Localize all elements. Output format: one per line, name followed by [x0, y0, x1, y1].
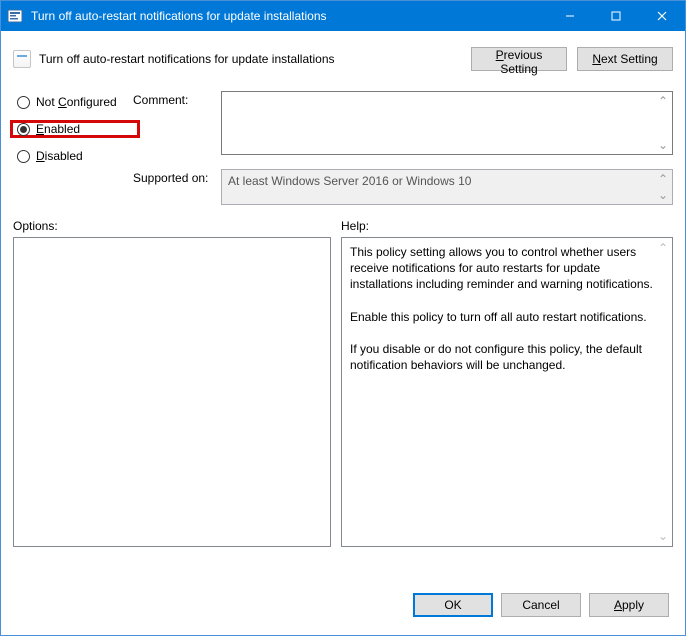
radio-icon — [17, 150, 30, 163]
window-title: Turn off auto-restart notifications for … — [31, 9, 547, 23]
cancel-button[interactable]: Cancel — [501, 593, 581, 617]
supported-on-value: At least Windows Server 2016 or Windows … — [221, 169, 673, 205]
options-label: Options: — [13, 219, 341, 233]
maximize-button[interactable] — [593, 1, 639, 31]
radio-not-configured[interactable]: Not Configured — [17, 93, 133, 111]
scrollbar: ⌃⌄ — [656, 172, 670, 202]
app-icon — [7, 8, 23, 24]
previous-setting-button[interactable]: Previous Setting — [471, 47, 567, 71]
close-button[interactable] — [639, 1, 685, 31]
help-text: If you disable or do not configure this … — [350, 341, 664, 373]
scrollbar[interactable]: ⌃⌄ — [656, 240, 670, 544]
options-pane — [13, 237, 331, 547]
scrollbar[interactable]: ⌃⌄ — [656, 94, 670, 152]
comment-textarea[interactable]: ⌃⌄ — [221, 91, 673, 155]
policy-title: Turn off auto-restart notifications for … — [39, 52, 463, 66]
help-pane: This policy setting allows you to contro… — [341, 237, 673, 547]
radio-disabled[interactable]: Disabled — [17, 147, 133, 165]
titlebar[interactable]: Turn off auto-restart notifications for … — [1, 1, 685, 31]
comment-label: Comment: — [133, 91, 213, 155]
dialog-body: Turn off auto-restart notifications for … — [1, 31, 685, 635]
help-text: Enable this policy to turn off all auto … — [350, 309, 664, 325]
header-row: Turn off auto-restart notifications for … — [13, 41, 673, 77]
apply-button[interactable]: Apply — [589, 593, 669, 617]
next-setting-button[interactable]: Next Setting — [577, 47, 673, 71]
radio-enabled[interactable]: Enabled — [10, 120, 140, 138]
minimize-button[interactable] — [547, 1, 593, 31]
help-label: Help: — [341, 219, 673, 233]
state-radio-group: Not Configured Enabled Disabled — [13, 91, 133, 205]
ok-button[interactable]: OK — [413, 593, 493, 617]
supported-on-label: Supported on: — [133, 169, 213, 205]
radio-icon — [17, 96, 30, 109]
window: Turn off auto-restart notifications for … — [0, 0, 686, 636]
policy-icon — [13, 50, 31, 68]
help-text: This policy setting allows you to contro… — [350, 244, 664, 293]
radio-icon — [17, 123, 30, 136]
footer: OK Cancel Apply — [13, 585, 673, 625]
